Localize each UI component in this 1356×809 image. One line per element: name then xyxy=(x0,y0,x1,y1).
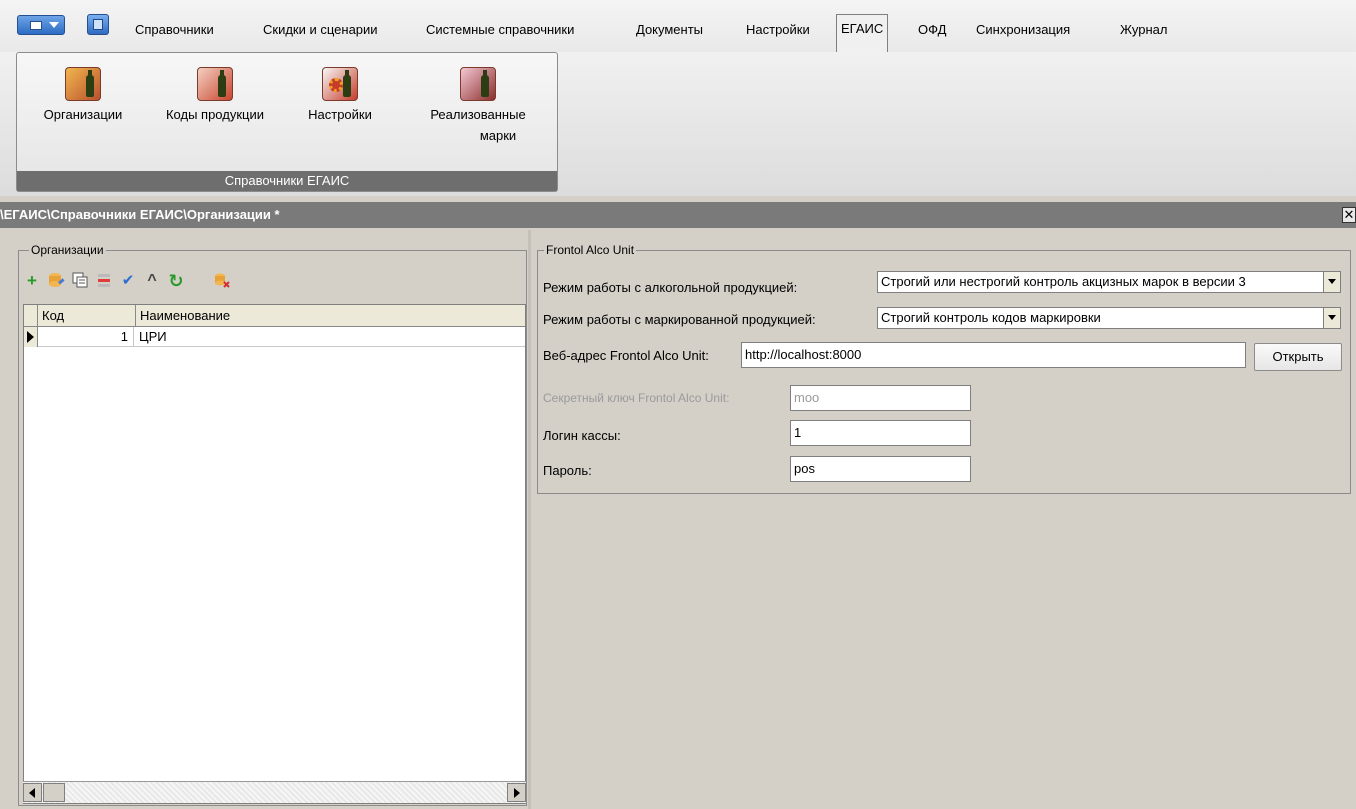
alco-mode-select[interactable]: Строгий или нестрогий контроль акцизных … xyxy=(877,271,1341,293)
url-label: Веб-адрес Frontol Alco Unit: xyxy=(543,348,709,363)
tab-directories[interactable]: Справочники xyxy=(131,16,218,44)
tab-ofd[interactable]: ОФД xyxy=(914,16,950,44)
sold-marks-icon xyxy=(460,67,496,101)
close-icon[interactable]: ✕ xyxy=(1342,207,1356,223)
column-header-code[interactable]: Код xyxy=(38,305,136,327)
tab-sync[interactable]: Синхронизация xyxy=(972,16,1074,44)
sold-marks-button[interactable]: Реализованные марки xyxy=(405,67,551,146)
secret-key-field: moo xyxy=(790,385,971,411)
table-row[interactable]: 1 ЦРИ xyxy=(24,327,525,347)
header-indicator xyxy=(24,305,38,327)
url-field[interactable]: http://localhost:8000 xyxy=(741,342,1246,368)
organizations-group-title: Организации xyxy=(29,243,106,257)
document-path: \ЕГАИС\Справочники ЕГАИС\Организации * xyxy=(0,207,280,222)
move-up-icon[interactable]: ^ xyxy=(142,271,162,291)
login-field[interactable]: 1 xyxy=(790,420,971,446)
tab-settings[interactable]: Настройки xyxy=(742,16,814,44)
alco-mode-value: Строгий или нестрогий контроль акцизных … xyxy=(881,274,1246,289)
sold-marks-button-label-line1: Реализованные xyxy=(430,107,526,122)
scroll-right-icon[interactable] xyxy=(507,783,526,802)
organizations-icon xyxy=(65,67,101,101)
chevron-down-icon xyxy=(49,22,59,28)
row-name[interactable]: ЦРИ xyxy=(136,327,167,347)
product-codes-button-label: Коды продукции xyxy=(165,107,264,122)
add-icon[interactable]: + xyxy=(22,271,42,291)
document-path-bar: \ЕГАИС\Справочники ЕГАИС\Организации * ✕ xyxy=(0,202,1356,228)
application-menu-button[interactable] xyxy=(17,15,65,35)
menu-bar: Справочники Скидки и сценарии Системные … xyxy=(0,0,1356,52)
row-code[interactable]: 1 xyxy=(38,327,134,347)
sold-marks-button-label-line2: марки xyxy=(479,128,517,143)
password-field[interactable]: pos xyxy=(790,456,971,482)
scroll-thumb[interactable] xyxy=(43,783,65,802)
settings-icon xyxy=(322,67,358,101)
clear-icon[interactable] xyxy=(212,271,232,291)
settings-button[interactable]: Настройки xyxy=(285,67,395,125)
chevron-down-icon[interactable] xyxy=(1323,308,1340,328)
organizations-button-label: Организации xyxy=(43,107,123,122)
edit-icon[interactable] xyxy=(46,271,66,291)
delete-icon[interactable] xyxy=(94,271,114,291)
product-codes-icon xyxy=(197,67,233,101)
ribbon: Организации Коды продукции Настройки Реа… xyxy=(0,52,1356,196)
row-pointer-icon xyxy=(24,327,38,347)
chevron-down-icon[interactable] xyxy=(1323,272,1340,292)
column-header-name[interactable]: Наименование xyxy=(136,305,526,327)
open-button[interactable]: Открыть xyxy=(1254,343,1342,371)
copy-icon[interactable] xyxy=(70,271,90,291)
organizations-table: Код Наименование 1 ЦРИ xyxy=(23,304,526,804)
horizontal-scrollbar[interactable] xyxy=(23,781,526,803)
settings-button-label: Настройки xyxy=(308,107,372,122)
password-label: Пароль: xyxy=(543,463,592,478)
tab-system-directories[interactable]: Системные справочники xyxy=(422,16,578,44)
scroll-left-icon[interactable] xyxy=(23,783,42,802)
move-down-icon[interactable]: ✔ xyxy=(118,271,138,291)
menu-icon xyxy=(30,21,42,30)
floppy-disk-icon xyxy=(93,19,103,30)
tab-documents[interactable]: Документы xyxy=(632,16,707,44)
table-header: Код Наименование xyxy=(24,305,525,327)
organizations-button[interactable]: Организации xyxy=(19,67,147,125)
login-label: Логин кассы: xyxy=(543,428,621,443)
marked-mode-select[interactable]: Строгий контроль кодов маркировки xyxy=(877,307,1341,329)
save-button[interactable] xyxy=(87,14,109,35)
secret-key-label: Секретный ключ Frontol Alco Unit: xyxy=(543,391,730,405)
alco-mode-label: Режим работы с алкогольной продукцией: xyxy=(543,280,798,295)
marked-mode-value: Строгий контроль кодов маркировки xyxy=(881,310,1101,325)
ribbon-group-label: Справочники ЕГАИС xyxy=(17,171,557,191)
marked-mode-label: Режим работы с маркированной продукцией: xyxy=(543,312,816,327)
ribbon-group-egais-directories: Организации Коды продукции Настройки Реа… xyxy=(16,52,558,192)
fau-group-title: Frontol Alco Unit xyxy=(544,243,637,257)
tab-journal[interactable]: Журнал xyxy=(1116,16,1171,44)
tab-discounts[interactable]: Скидки и сценарии xyxy=(259,16,382,44)
tab-egais[interactable]: ЕГАИС xyxy=(836,14,889,52)
product-codes-button[interactable]: Коды продукции xyxy=(147,67,283,125)
refresh-icon[interactable]: ↻ xyxy=(166,271,186,291)
